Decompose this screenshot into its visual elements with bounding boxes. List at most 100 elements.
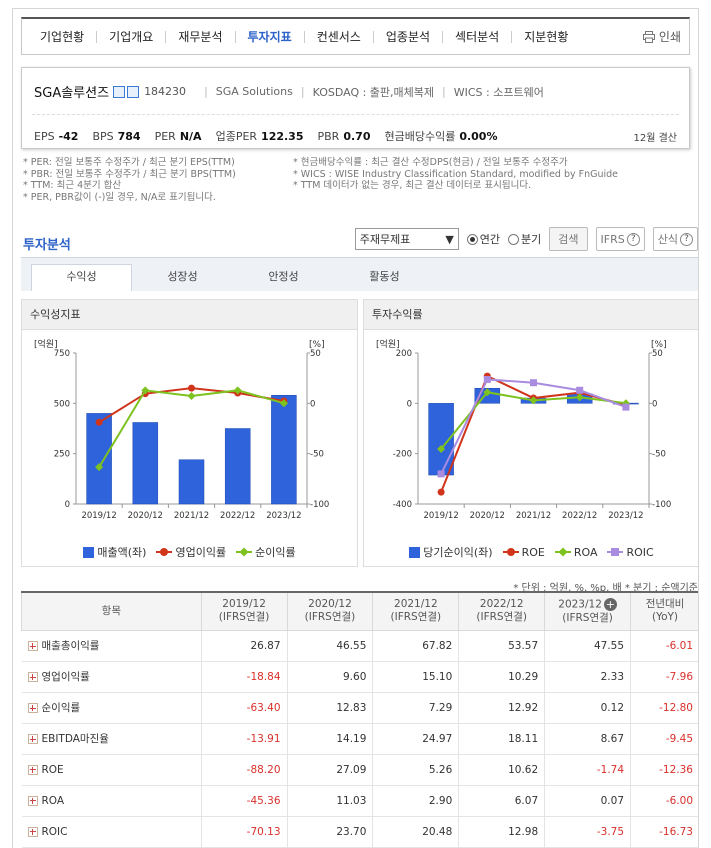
chart-title: 수익성지표	[22, 300, 357, 330]
divider: |	[204, 85, 208, 98]
home-icon[interactable]	[113, 85, 126, 98]
note-line: * PER: 전일 보통주 수정주가 / 최근 분기 EPS(TTM)	[23, 157, 235, 168]
table-cell: 12.92	[458, 692, 546, 724]
divider: |	[300, 85, 305, 98]
table-cell: 11.03	[287, 785, 374, 817]
note-line: * WICS : WISE Industry Classification St…	[293, 168, 619, 180]
statement-select-value: 주재무제표	[359, 233, 411, 246]
legend-item[interactable]: 순이익률	[236, 544, 296, 560]
table-header-row: 항목 2019/12 (IFRS연결) 2020/12 (IFRS연결) 2021/…	[21, 591, 698, 631]
roi-chart-panel: 투자수익률 [억원] [%] 200 0 -200 -400 50 0 -50 -100 2019/…	[363, 299, 698, 567]
tab-stability[interactable]: 안정성	[233, 265, 334, 291]
table-cell: 0.07	[544, 785, 632, 817]
print-button[interactable]: 인쇄	[642, 28, 681, 45]
expand-plus-icon[interactable]	[27, 764, 38, 775]
fiscal-month: 12월 결산	[633, 132, 677, 144]
table-cell: -45.36	[201, 785, 288, 817]
x-tick-label: 2023/12	[608, 511, 643, 521]
row-name[interactable]: 매출총이익률	[21, 630, 202, 662]
metric-value-bps: 784	[117, 129, 141, 143]
metric-value-dividend-yield: 0.00%	[459, 129, 498, 143]
nav-item-investment-index[interactable]: 투자지표	[236, 30, 305, 43]
metric-label-bps: BPS	[92, 129, 114, 143]
tab-profitability[interactable]: 수익성	[31, 264, 132, 291]
statement-select[interactable]: 주재무제표 ▼	[354, 228, 459, 250]
bar	[224, 428, 251, 505]
legend-item[interactable]: 매출액(좌)	[83, 544, 146, 560]
expand-plus-icon[interactable]	[27, 795, 38, 806]
expand-plus-icon[interactable]	[27, 826, 38, 837]
series-line	[440, 374, 627, 493]
nav-item-industry-analysis[interactable]: 업종분석	[374, 30, 444, 43]
y-right-tick-label: -100	[652, 500, 671, 510]
legend-item[interactable]: 영업이익률	[156, 544, 226, 560]
table-cell: 46.55	[287, 630, 374, 662]
row-label: ROE	[41, 763, 64, 776]
y-left-tick-label: 500	[54, 399, 70, 409]
y-left-tick-label: 0	[407, 399, 412, 409]
expand-plus-icon[interactable]	[27, 641, 38, 651]
tab-activity[interactable]: 활동성	[334, 265, 435, 291]
building-icon[interactable]	[127, 85, 140, 98]
x-tick-label: 2022/12	[562, 511, 597, 521]
x-tick-label: 2022/12	[220, 511, 255, 521]
row-name[interactable]: ROE	[21, 754, 202, 786]
expand-plus-icon[interactable]	[27, 703, 38, 713]
expand-plus-icon[interactable]: +	[603, 598, 617, 611]
tab-growth[interactable]: 성장성	[132, 265, 233, 291]
nav-item-sector-analysis[interactable]: 섹터분석	[443, 30, 513, 43]
nav-item-ownership[interactable]: 지분현황	[512, 31, 580, 43]
english-name: SGA Solutions	[215, 85, 293, 98]
formula-button[interactable]: 산식 ?	[652, 227, 698, 251]
point	[188, 384, 195, 392]
x-tick-label: 2020/12	[128, 511, 163, 521]
row-name[interactable]: ROIC	[21, 816, 202, 848]
ifrs-button[interactable]: IFRS ?	[595, 227, 645, 251]
legend-item[interactable]: ROE	[502, 544, 545, 560]
point	[576, 386, 584, 394]
search-button[interactable]: 검색	[549, 227, 588, 251]
nav-item-consensus[interactable]: 컨센서스	[305, 30, 374, 43]
row-label: 영업이익률	[41, 671, 90, 683]
row-name[interactable]: EBITDA마진율	[21, 723, 202, 755]
chart-title: 투자수익률	[364, 300, 698, 330]
legend-item[interactable]: 당기순이익(좌)	[409, 544, 493, 560]
nav-item-financial-analysis[interactable]: 재무분석	[166, 30, 236, 43]
nav-item-company-status[interactable]: 기업현황	[28, 30, 98, 43]
legend-item[interactable]: ROIC	[607, 544, 654, 560]
expand-plus-icon[interactable]	[27, 672, 38, 682]
table-cell: -6.01	[630, 630, 698, 662]
row-name[interactable]: ROA	[21, 785, 202, 817]
radio-annual[interactable]: 연간	[466, 231, 500, 247]
radio-quarter[interactable]: 분기	[508, 231, 541, 247]
metric-label-per: PER	[154, 129, 176, 143]
bar	[178, 459, 205, 505]
expand-plus-icon[interactable]	[27, 734, 38, 744]
table-cell: 27.09	[287, 754, 374, 786]
col-header-2021: 2021/12 (IFRS연결)	[372, 591, 460, 631]
legend-item[interactable]: ROA	[554, 544, 597, 560]
note-line: * PER, PBR값이 (-)일 경우, N/A로 표기됩니다.	[23, 191, 216, 203]
table-cell: 20.48	[372, 816, 460, 848]
metric-value-industry-per: 122.35	[261, 129, 304, 143]
wics-info: WICS : 소프트웨어	[453, 85, 544, 99]
divider	[32, 114, 679, 115]
row-name[interactable]: 순이익률	[21, 692, 202, 724]
table-cell: -63.40	[201, 692, 288, 724]
row-name[interactable]: 영업이익률	[21, 661, 202, 693]
col-header-2022: 2022/12 (IFRS연결)	[458, 591, 546, 631]
table-cell: 53.57	[458, 630, 546, 662]
bar	[86, 413, 112, 505]
legend-marker-icon	[156, 548, 173, 556]
table-cell: -1.74	[544, 754, 632, 786]
y-right-tick-label: 0	[652, 399, 657, 409]
nav-item-company-overview[interactable]: 기업개요	[97, 30, 167, 43]
print-label: 인쇄	[658, 30, 681, 44]
table-cell: 26.87	[201, 630, 288, 662]
point	[437, 470, 445, 478]
table-row: EBITDA마진율 -13.91 14.19 24.97 18.11 8.67 -9.45	[21, 723, 698, 755]
table-cell: 2.33	[544, 661, 632, 693]
table-cell: 0.12	[544, 692, 632, 724]
table-cell: 18.11	[458, 723, 546, 755]
y-left-tick-label: -200	[393, 450, 412, 460]
